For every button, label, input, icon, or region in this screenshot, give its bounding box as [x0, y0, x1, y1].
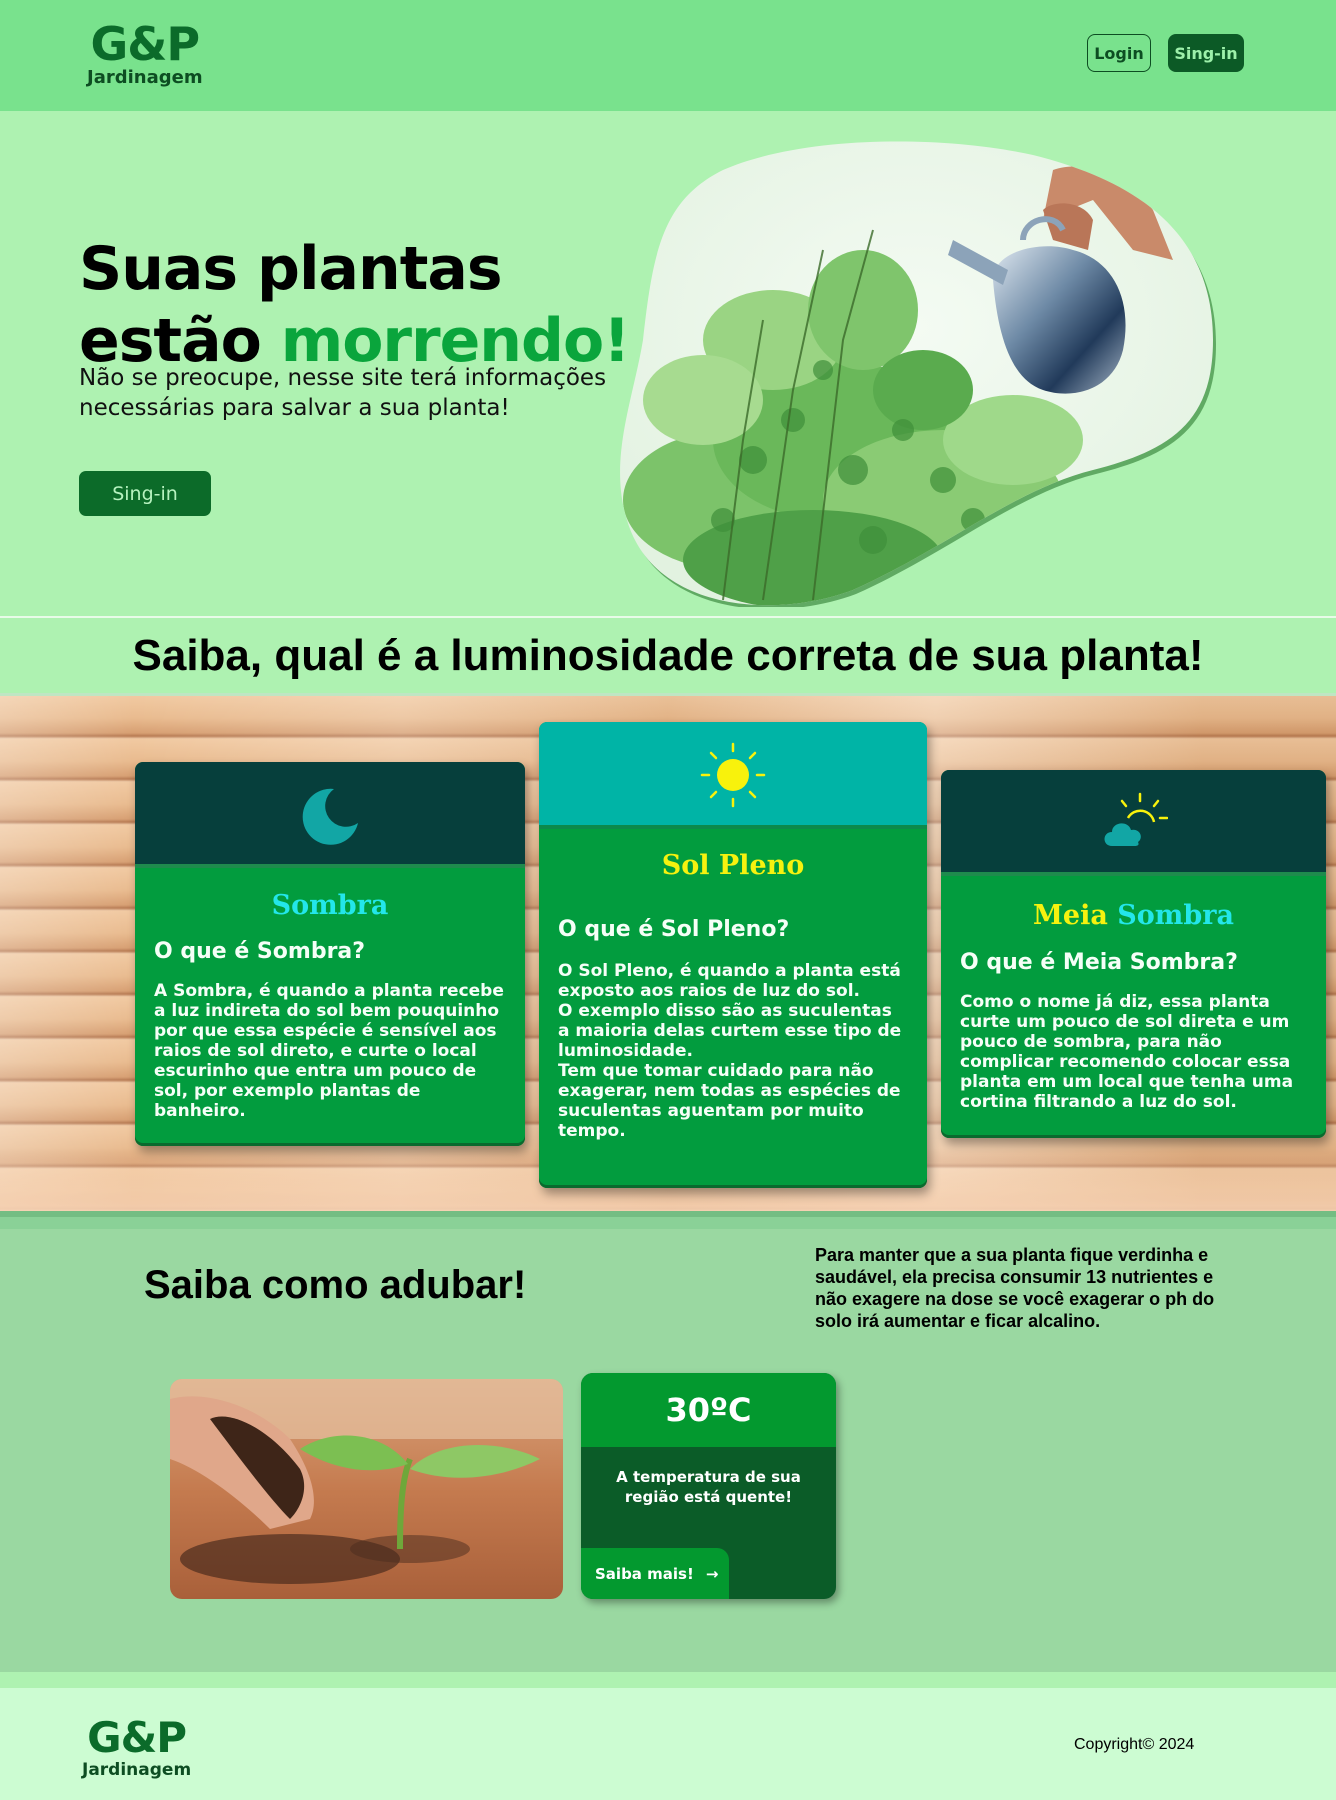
site-footer: G&P Jardinagem Copyright© 2024 [0, 1688, 1336, 1800]
card-title-part1: Meia [1033, 900, 1108, 931]
hero-description: Não se preocupe, nesse site terá informa… [79, 365, 607, 421]
login-button[interactable]: Login [1087, 34, 1151, 72]
hero-signin-button[interactable]: Sing-in [79, 471, 211, 516]
temperature-value: 30ºC [581, 1373, 836, 1447]
card-title-part2: Sombra [1117, 900, 1234, 931]
card-question: O que é Sol Pleno? [558, 917, 790, 942]
card-title: Sombra [271, 890, 389, 921]
section-divider [0, 1211, 1336, 1229]
card-body-paragraph: Tem que tomar cuidado para não exagerar,… [558, 1061, 901, 1141]
logo-subtitle: Jardinagem [82, 1760, 192, 1780]
card-header [941, 770, 1326, 876]
logo-mark: G&P [87, 1713, 187, 1762]
learn-more-label: Saiba mais! [595, 1564, 694, 1583]
temperature-card: 30ºC A temperatura de sua região está qu… [581, 1373, 836, 1599]
hero-plant-image [620, 141, 1216, 607]
footer-divider [0, 1672, 1336, 1688]
logo-mark: G&P [90, 17, 201, 71]
card-meia-sombra: Meia Sombra O que é Meia Sombra? Como o … [941, 770, 1326, 1138]
arrow-right-icon: → [705, 1564, 719, 1583]
fertilizer-photo [170, 1379, 563, 1599]
copyright-text: Copyright© 2024 [1074, 1736, 1195, 1753]
card-body-paragraph: O exemplo disso são as suculentas a maio… [558, 1001, 902, 1061]
logo[interactable]: G&P Jardinagem [87, 20, 203, 88]
temperature-message: A temperatura de sua região está quente! [616, 1468, 801, 1506]
luminosity-title: Saiba, qual é a luminosidade correta de … [132, 630, 1204, 680]
learn-more-button[interactable]: Saiba mais! → [581, 1548, 729, 1599]
card-header [135, 762, 525, 868]
logo-subtitle: Jardinagem [87, 67, 203, 88]
card-header [539, 722, 927, 829]
sun-icon [700, 742, 766, 808]
card-body: A Sombra, é quando a planta recebe a luz… [154, 981, 504, 1121]
card-question: O que é Meia Sombra? [960, 950, 1238, 975]
site-header: G&P Jardinagem Login Sing-in [0, 0, 1336, 111]
card-body-paragraph: O Sol Pleno, é quando a planta está expo… [558, 961, 901, 1001]
card-body: O Sol Pleno, é quando a planta está expo… [558, 961, 909, 1141]
card-title: Sol Pleno [661, 850, 805, 881]
card-body: Como o nome já diz, essa planta curte um… [960, 992, 1294, 1112]
footer-logo[interactable]: G&P Jardinagem [82, 1713, 192, 1781]
hero-title-line1: Suas plantas [79, 234, 503, 304]
hero-title: Suas plantas estão morrendo! [79, 233, 639, 377]
signin-button[interactable]: Sing-in [1168, 34, 1244, 72]
card-sol-pleno: Sol Pleno O que é Sol Pleno? O Sol Pleno… [539, 722, 927, 1188]
card-sombra: Sombra O que é Sombra? A Sombra, é quand… [135, 762, 525, 1146]
fertilize-info: Para manter que a sua planta fique verdi… [815, 1245, 1215, 1331]
card-title: Meia Sombra [941, 900, 1326, 931]
moon-icon [302, 788, 358, 845]
card-question: O que é Sombra? [154, 939, 366, 964]
partly-cloudy-icon [1104, 792, 1168, 846]
fertilize-title: Saiba como adubar! [144, 1263, 527, 1307]
fertilize-section: Saiba como adubar! Para manter que a sua… [0, 1229, 1336, 1672]
